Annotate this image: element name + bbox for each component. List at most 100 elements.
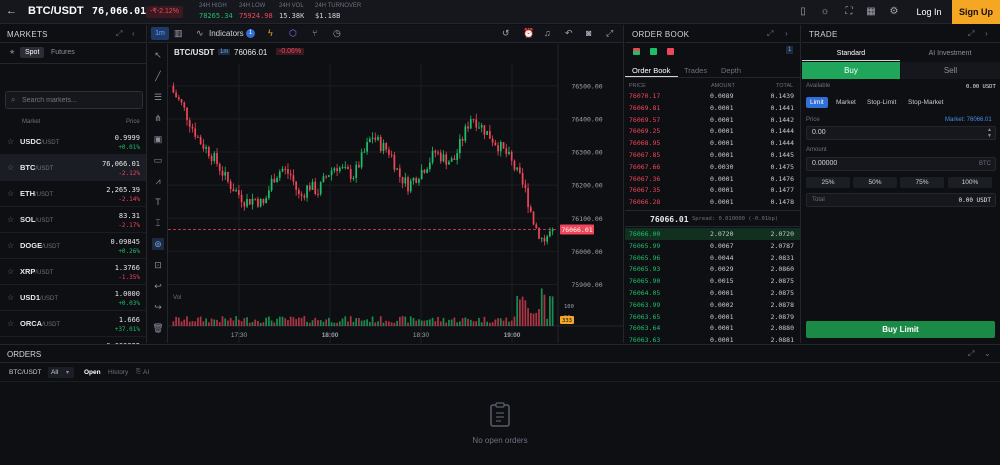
pct-75-button[interactable]: 75%: [900, 177, 944, 188]
order-type-limit[interactable]: Limit: [806, 97, 828, 108]
pct-100-button[interactable]: 100%: [948, 177, 992, 188]
pct-25-button[interactable]: 25%: [806, 177, 850, 188]
market-row[interactable]: ☆ DOGE/USDT 0.09845 +0.26%: [0, 233, 146, 259]
candlestick-chart[interactable]: 76500.00 76400.00 76300.00 76200.00 76100.00…: [168, 44, 624, 343]
login-button[interactable]: Log In: [908, 0, 950, 24]
bell-icon[interactable]: ♫: [544, 28, 551, 38]
ask-row[interactable]: 76067.35 0.0001 0.1477: [625, 184, 800, 196]
tab-ai[interactable]: AI: [143, 369, 149, 376]
compare-icon[interactable]: ⑂: [312, 28, 317, 38]
buy-limit-button[interactable]: Buy Limit: [806, 321, 995, 338]
undo-draw-icon[interactable]: ↩: [152, 280, 164, 292]
ask-row[interactable]: 76069.81 0.0001 0.1441: [625, 102, 800, 114]
star-icon[interactable]: ☆: [7, 163, 14, 172]
order-type-stop-limit[interactable]: Stop-Limit: [863, 97, 900, 108]
sell-side-tab[interactable]: Sell: [901, 62, 1000, 79]
ask-row[interactable]: 76067.85 0.0001 0.1445: [625, 149, 800, 161]
redo-draw-icon[interactable]: ↪: [152, 301, 164, 313]
star-icon[interactable]: ☆: [7, 137, 14, 146]
ask-row[interactable]: 76069.25 0.0001 0.1444: [625, 125, 800, 137]
book-expand-icon[interactable]: ⤢: [767, 29, 773, 39]
back-arrow-icon[interactable]: ←: [6, 5, 17, 17]
gear-icon[interactable]: ⚙: [887, 5, 901, 19]
fullscreen-icon[interactable]: ⛶: [842, 5, 856, 19]
trade-collapse-icon[interactable]: ›: [985, 29, 988, 38]
hline-icon[interactable]: ☰: [152, 91, 164, 103]
orders-expand-icon[interactable]: ⤢: [968, 349, 974, 359]
price-input[interactable]: [812, 129, 962, 136]
tab-futures[interactable]: Futures: [46, 47, 80, 58]
theme-icon[interactable]: ☼: [818, 5, 832, 19]
tab-standard[interactable]: Standard: [802, 47, 900, 61]
price-stepper-icon[interactable]: ▲ ▼: [987, 127, 992, 139]
bid-row[interactable]: 76063.64 0.0001 2.0880: [625, 322, 800, 334]
tab-order-book[interactable]: Order Book: [632, 66, 670, 75]
undo-icon[interactable]: ↶: [565, 28, 573, 39]
expand-icon[interactable]: ⤢: [116, 29, 122, 39]
bid-row[interactable]: 76066.00 2.0720 2.0720: [625, 228, 800, 240]
interval-button[interactable]: 1m: [151, 27, 169, 40]
market-search[interactable]: ⌕: [5, 91, 143, 109]
bid-row[interactable]: 76064.05 0.0001 2.0875: [625, 287, 800, 299]
rect-icon[interactable]: ▣: [152, 133, 164, 145]
market-row[interactable]: ☆ USD1/USDT 1.0000 +0.03%: [0, 285, 146, 311]
bid-row[interactable]: 76063.65 0.0001 2.0879: [625, 311, 800, 323]
trendline-icon[interactable]: ╱: [152, 70, 164, 82]
lock-icon[interactable]: ⊡: [152, 259, 164, 271]
clock-icon[interactable]: ◷: [333, 28, 341, 39]
book-icon[interactable]: ▯: [796, 5, 810, 19]
history-icon[interactable]: ↺: [502, 28, 510, 39]
tab-history[interactable]: History: [108, 369, 128, 376]
ask-row[interactable]: 76068.95 0.0001 0.1444: [625, 137, 800, 149]
bid-row[interactable]: 76065.96 0.0044 2.0831: [625, 252, 800, 264]
side-filter[interactable]: All ▾: [48, 367, 74, 378]
ask-row[interactable]: 76066.28 0.0001 0.1478: [625, 196, 800, 208]
tab-open[interactable]: Open: [84, 369, 101, 376]
collapse-icon[interactable]: ‹: [132, 29, 135, 38]
cursor-icon[interactable]: ↖: [152, 49, 164, 61]
orders-collapse-icon[interactable]: ⌄: [984, 349, 991, 358]
star-icon[interactable]: ☆: [7, 241, 14, 250]
ask-row[interactable]: 76067.66 0.0030 0.1475: [625, 161, 800, 173]
search-input[interactable]: [22, 95, 137, 106]
price-field[interactable]: ▲▼: [806, 126, 996, 140]
step-select[interactable]: 1: [786, 46, 794, 54]
star-icon[interactable]: ☆: [7, 319, 14, 328]
tab-depth[interactable]: Depth: [721, 66, 741, 75]
channel-icon[interactable]: ⋔: [152, 112, 164, 124]
order-type-stop-market[interactable]: Stop-Market: [904, 97, 947, 108]
bid-row[interactable]: 76065.93 0.0029 2.0860: [625, 263, 800, 275]
camera-icon[interactable]: ◙: [586, 28, 591, 38]
measure-icon[interactable]: ⌶: [152, 217, 164, 229]
candle-type-icon[interactable]: ▥: [174, 28, 183, 39]
tab-trades[interactable]: Trades: [684, 66, 707, 75]
signup-button[interactable]: Sign Up: [952, 0, 1000, 24]
indicators-icon[interactable]: ∿: [196, 28, 204, 39]
market-row[interactable]: ☆ ETH/USDT 2,265.39 -2.14%: [0, 181, 146, 207]
fib-icon[interactable]: ⩘: [152, 175, 164, 187]
bid-row[interactable]: 76065.99 0.0067 2.0787: [625, 240, 800, 252]
favorites-star-icon[interactable]: ★: [9, 48, 15, 56]
pair-title[interactable]: BTC/USDT: [28, 5, 84, 17]
trade-expand-icon[interactable]: ⤢: [968, 29, 974, 39]
layout-grid-icon[interactable]: ▦: [864, 5, 878, 19]
trash-icon[interactable]: 🗑: [152, 322, 164, 334]
lightning-icon[interactable]: ϟ: [268, 28, 273, 38]
star-icon[interactable]: ☆: [7, 189, 14, 198]
ask-row[interactable]: 76069.57 0.0001 0.1442: [625, 114, 800, 126]
text-icon[interactable]: T: [152, 196, 164, 208]
market-row[interactable]: ☆ USDC/USDT 0.9999 +0.01%: [0, 129, 146, 155]
star-icon[interactable]: ☆: [7, 293, 14, 302]
ask-row[interactable]: 76067.36 0.0001 0.1476: [625, 173, 800, 185]
market-row[interactable]: ☆ ORCA/USDT 1.666 +37.01%: [0, 311, 146, 337]
both-sides-icon[interactable]: [633, 48, 640, 55]
bid-row[interactable]: 76065.90 0.0015 2.0875: [625, 275, 800, 287]
star-icon[interactable]: ☆: [7, 267, 14, 276]
star-icon[interactable]: ☆: [7, 215, 14, 224]
shape-icon[interactable]: ▭: [152, 154, 164, 166]
pct-50-button[interactable]: 50%: [853, 177, 897, 188]
tab-ai-investment[interactable]: AI Investment: [901, 47, 999, 61]
market-row[interactable]: ☆ XRP/USDT 1.3766 -1.35%: [0, 259, 146, 285]
ask-row[interactable]: 76070.17 0.0089 0.1439: [625, 90, 800, 102]
market-row[interactable]: ☆ BTC/USDT 76,066.01 -2.12%: [0, 155, 146, 181]
